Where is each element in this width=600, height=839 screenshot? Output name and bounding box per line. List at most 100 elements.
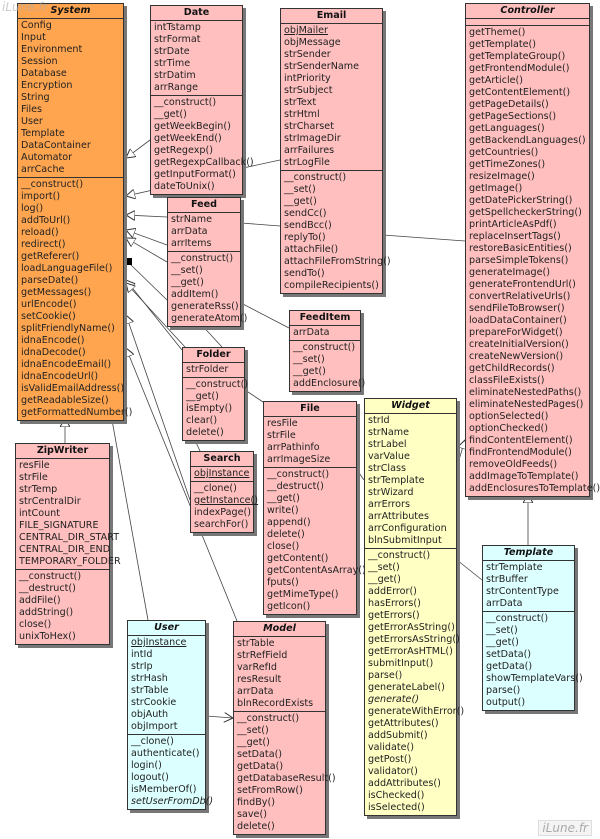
search-to-system <box>126 315 191 501</box>
attribute: objAuth <box>131 709 169 720</box>
method: getBackendLanguages() <box>469 135 586 146</box>
method: eliminateNestedPaths() <box>469 387 582 398</box>
email-to-system <box>126 190 154 196</box>
class-folder[interactable]: Folder strFolder __construct() __get() isEmp… <box>182 347 248 441</box>
class-widget[interactable]: Widget strId strName strLabel varValue strCla… <box>364 398 464 816</box>
feed-to-feeditem <box>240 302 290 329</box>
class-date[interactable]: Date intTstamp strFormat strDate strTime strD… <box>150 5 254 195</box>
method: __construct() <box>171 253 234 264</box>
methods-section: __construct() __set() __get() setData() getD… <box>234 711 336 834</box>
attribute: objImport <box>131 721 178 732</box>
attribute: strSender <box>284 49 331 60</box>
method: compileRecipients() <box>284 280 379 291</box>
method: import() <box>21 191 61 202</box>
method: __get() <box>237 737 270 748</box>
method: getMessages() <box>21 287 92 298</box>
class-title: Widget <box>365 399 456 414</box>
class-title: User <box>128 621 205 636</box>
attributes-section: resFile strFile arrPathinfo arrImageSize <box>264 417 356 467</box>
method: getWeekBegin() <box>154 121 231 132</box>
method: __clone() <box>194 483 237 494</box>
method: __construct() <box>154 97 217 108</box>
methods-section: __construct() __set() __get() setData() getD… <box>483 611 583 710</box>
method: close() <box>19 619 52 630</box>
class-feed[interactable]: Feed strName arrData arrItems __construct() _… <box>167 197 247 327</box>
user-to-model <box>205 716 233 718</box>
method: setData() <box>237 749 283 760</box>
attribute: strCookie <box>131 697 177 708</box>
attribute: strRefField <box>237 650 288 661</box>
method: delete() <box>237 821 275 832</box>
methods-section: __construct() __set() __get() sendCc() sendB… <box>281 170 391 293</box>
method: parseDate() <box>21 275 79 286</box>
method: loadLanguageFile() <box>21 263 113 274</box>
method: parseSimpleTokens() <box>469 255 569 266</box>
method: splitFriendlyName() <box>21 323 115 334</box>
method: __get() <box>368 574 401 585</box>
method: __get() <box>154 109 187 120</box>
class-user[interactable]: User objInstance intId strIp strHash strTable… <box>127 620 213 810</box>
attribute: strSenderName <box>284 61 360 72</box>
attribute: blnRecordExists <box>237 698 314 709</box>
method: addToUrl() <box>21 215 71 226</box>
method: addSubmit() <box>368 730 428 741</box>
method: getContentAsArray() <box>267 565 366 576</box>
method: attachFileFromString() <box>284 256 391 267</box>
class-feeditem[interactable]: FeedItem arrData __construct() __set() __get… <box>289 310 366 392</box>
class-email[interactable]: Email objMailer objMessage strSender strSend… <box>280 8 391 294</box>
method: clear() <box>186 415 218 426</box>
method: getCountries() <box>469 147 539 158</box>
method: getData() <box>237 761 284 772</box>
method: logout() <box>131 772 169 783</box>
attribute: FILE_SIGNATURE <box>19 520 99 531</box>
attribute: strTable <box>237 638 275 649</box>
methods-section: getTheme() getTemplate() getTemplateGroup(… <box>466 25 600 496</box>
methods-section: __construct() __get() getWeekBegin() getWee… <box>151 95 254 194</box>
methods-section: __construct() import() log() addToUrl() relo… <box>18 177 132 420</box>
watermark-logo: iLune.fr <box>2 0 48 14</box>
method: findBy() <box>237 797 275 808</box>
method: __clone() <box>131 736 174 747</box>
attribute: strId <box>368 415 390 426</box>
composition-square-icon <box>126 258 132 265</box>
attributes-section: objInstance intId strIp strHash strTable strC… <box>128 636 205 734</box>
attribute: arrImageSize <box>267 454 331 465</box>
attribute: arrData <box>237 686 274 697</box>
method: __get() <box>171 277 204 288</box>
attribute: objMailer <box>284 25 328 36</box>
attribute: strFolder <box>186 364 229 375</box>
method: addImageToTemplate() <box>469 471 579 482</box>
method: getAttributes() <box>368 718 439 729</box>
method: generateLabel() <box>368 682 445 693</box>
method: getPageSections() <box>469 111 557 122</box>
method: addFile() <box>19 595 61 606</box>
feed-to-system-1 <box>126 215 168 217</box>
method: getReferer() <box>21 251 80 262</box>
class-system[interactable]: System Config Input Environment Session Datab… <box>17 3 132 421</box>
class-title: Controller <box>466 4 589 19</box>
class-file[interactable]: File resFile strFile arrPathinfo arrImageSiz… <box>263 401 366 615</box>
attribute: String <box>21 92 50 103</box>
class-controller[interactable]: Controller getTheme() getTemplate() getTemp… <box>465 3 600 497</box>
method: redirect() <box>21 239 66 250</box>
methods-section: __clone() authenticate() login() logout() is… <box>128 734 213 809</box>
method: addEnclosure() <box>293 378 366 389</box>
class-model[interactable]: Model strTable strRefField varRefId resResul… <box>233 621 336 835</box>
method: sendTo() <box>284 268 325 279</box>
attribute: strTime <box>154 58 191 69</box>
attribute: Automator <box>21 152 73 163</box>
method: setData() <box>486 649 532 660</box>
attribute: strTable <box>131 685 169 696</box>
method: sendBcc() <box>284 220 332 231</box>
system-composition-user <box>111 419 149 621</box>
attribute: strSubject <box>284 85 333 96</box>
class-search[interactable]: Search objInstance __clone() getInstance() i… <box>190 451 258 533</box>
class-template[interactable]: Template strTemplate strBuffer strContentTy… <box>482 545 583 711</box>
method: getLanguages() <box>469 123 545 134</box>
attributes-section: strName arrData arrItems <box>168 213 240 251</box>
method: setCookie() <box>21 311 76 322</box>
class-zipwriter[interactable]: ZipWriter resFile strFile strTemp strCentral… <box>15 443 121 645</box>
method: __set() <box>368 562 400 573</box>
file-to-widget <box>356 469 365 481</box>
methods-section: __clone() getInstance() indexPage() searchF… <box>191 481 258 532</box>
